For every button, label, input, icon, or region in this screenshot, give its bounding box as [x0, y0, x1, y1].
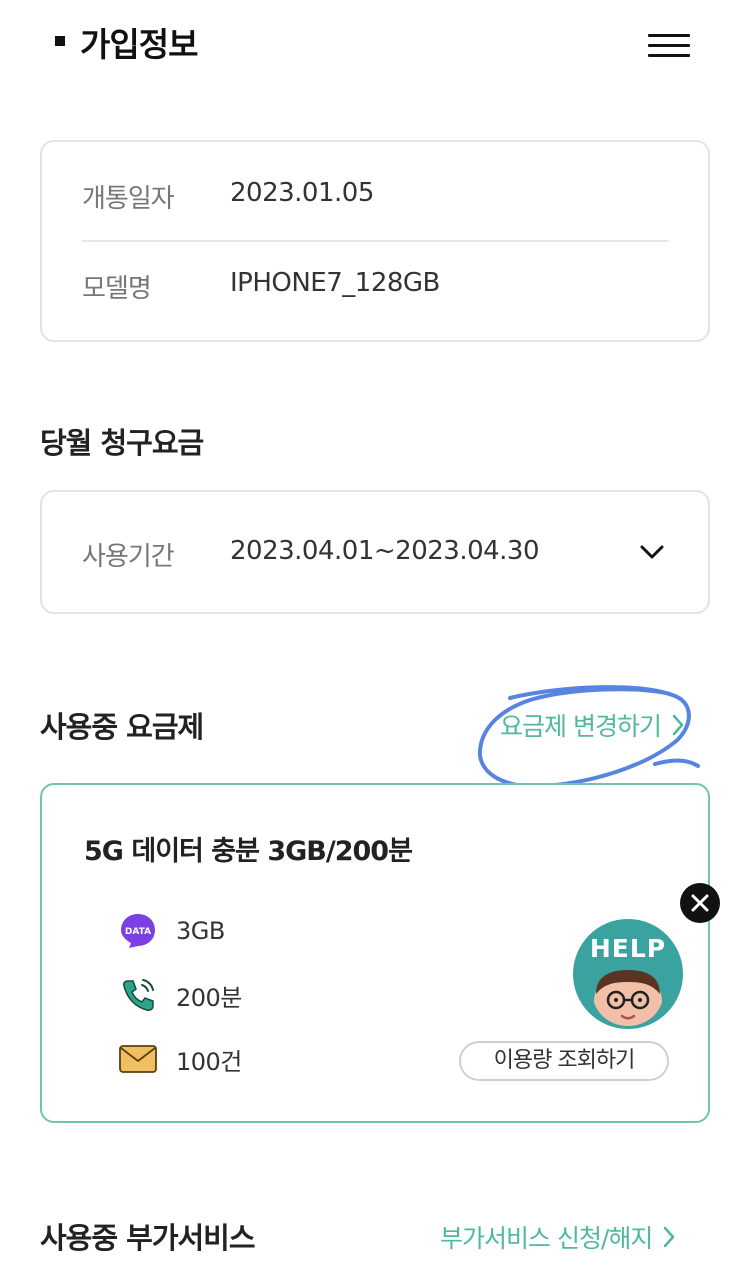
close-icon[interactable] [680, 883, 720, 923]
period-value: 2023.04.01~2023.04.30 [230, 536, 540, 566]
help-label: HELP [589, 934, 667, 963]
title-bullet [55, 36, 65, 46]
addons-section-title: 사용중 부가서비스 [40, 1221, 256, 1255]
plan-item-sms: 100건 [118, 1039, 242, 1079]
plan-item-voice: 200분 [118, 975, 242, 1015]
phone-icon [118, 975, 158, 1015]
plan-item-data: DATA 3GB [118, 911, 225, 951]
usage-inquiry-button[interactable]: 이용량 조회하기 [459, 1041, 669, 1081]
plan-name: 5G 데이터 충분 3GB/200분 [84, 836, 413, 867]
billing-section-title: 당월 청구요금 [40, 426, 204, 460]
activation-date-label: 개통일자 [82, 184, 175, 214]
model-label: 모델명 [82, 274, 152, 304]
activation-date-value: 2023.01.05 [230, 178, 374, 208]
page-title: 가입정보 [80, 25, 198, 64]
hamburger-menu-icon[interactable] [648, 32, 690, 60]
addon-services-label: 부가서비스 신청/해지 [440, 1224, 653, 1253]
help-chatbot-button[interactable]: HELP [572, 918, 684, 1030]
plan-voice-value: 200분 [176, 983, 242, 1012]
change-plan-label: 요금제 변경하기 [500, 712, 662, 741]
change-plan-link[interactable]: 요금제 변경하기 [500, 707, 685, 743]
chevron-right-icon [672, 714, 684, 736]
plan-sms-value: 100건 [176, 1047, 242, 1076]
period-label: 사용기간 [82, 542, 175, 572]
info-row-activation-date: 개통일자 2023.01.05 [82, 178, 668, 268]
data-icon: DATA [118, 911, 158, 951]
plan-data-value: 3GB [176, 917, 225, 945]
data-badge-text: DATA [125, 927, 151, 937]
addon-services-link[interactable]: 부가서비스 신청/해지 [440, 1219, 676, 1255]
billing-period-selector[interactable]: 사용기간 2023.04.01~2023.04.30 [40, 490, 710, 614]
chevron-down-icon[interactable] [638, 540, 666, 564]
model-value: IPHONE7_128GB [230, 268, 440, 298]
header: 가입정보 [0, 0, 749, 90]
divider [82, 240, 668, 242]
chevron-right-icon [664, 1226, 675, 1248]
envelope-icon [118, 1039, 158, 1079]
subscription-info-card: 개통일자 2023.01.05 모델명 IPHONE7_128GB [40, 140, 710, 342]
info-row-model: 모델명 IPHONE7_128GB [82, 268, 668, 358]
plan-section-title: 사용중 요금제 [40, 710, 204, 744]
